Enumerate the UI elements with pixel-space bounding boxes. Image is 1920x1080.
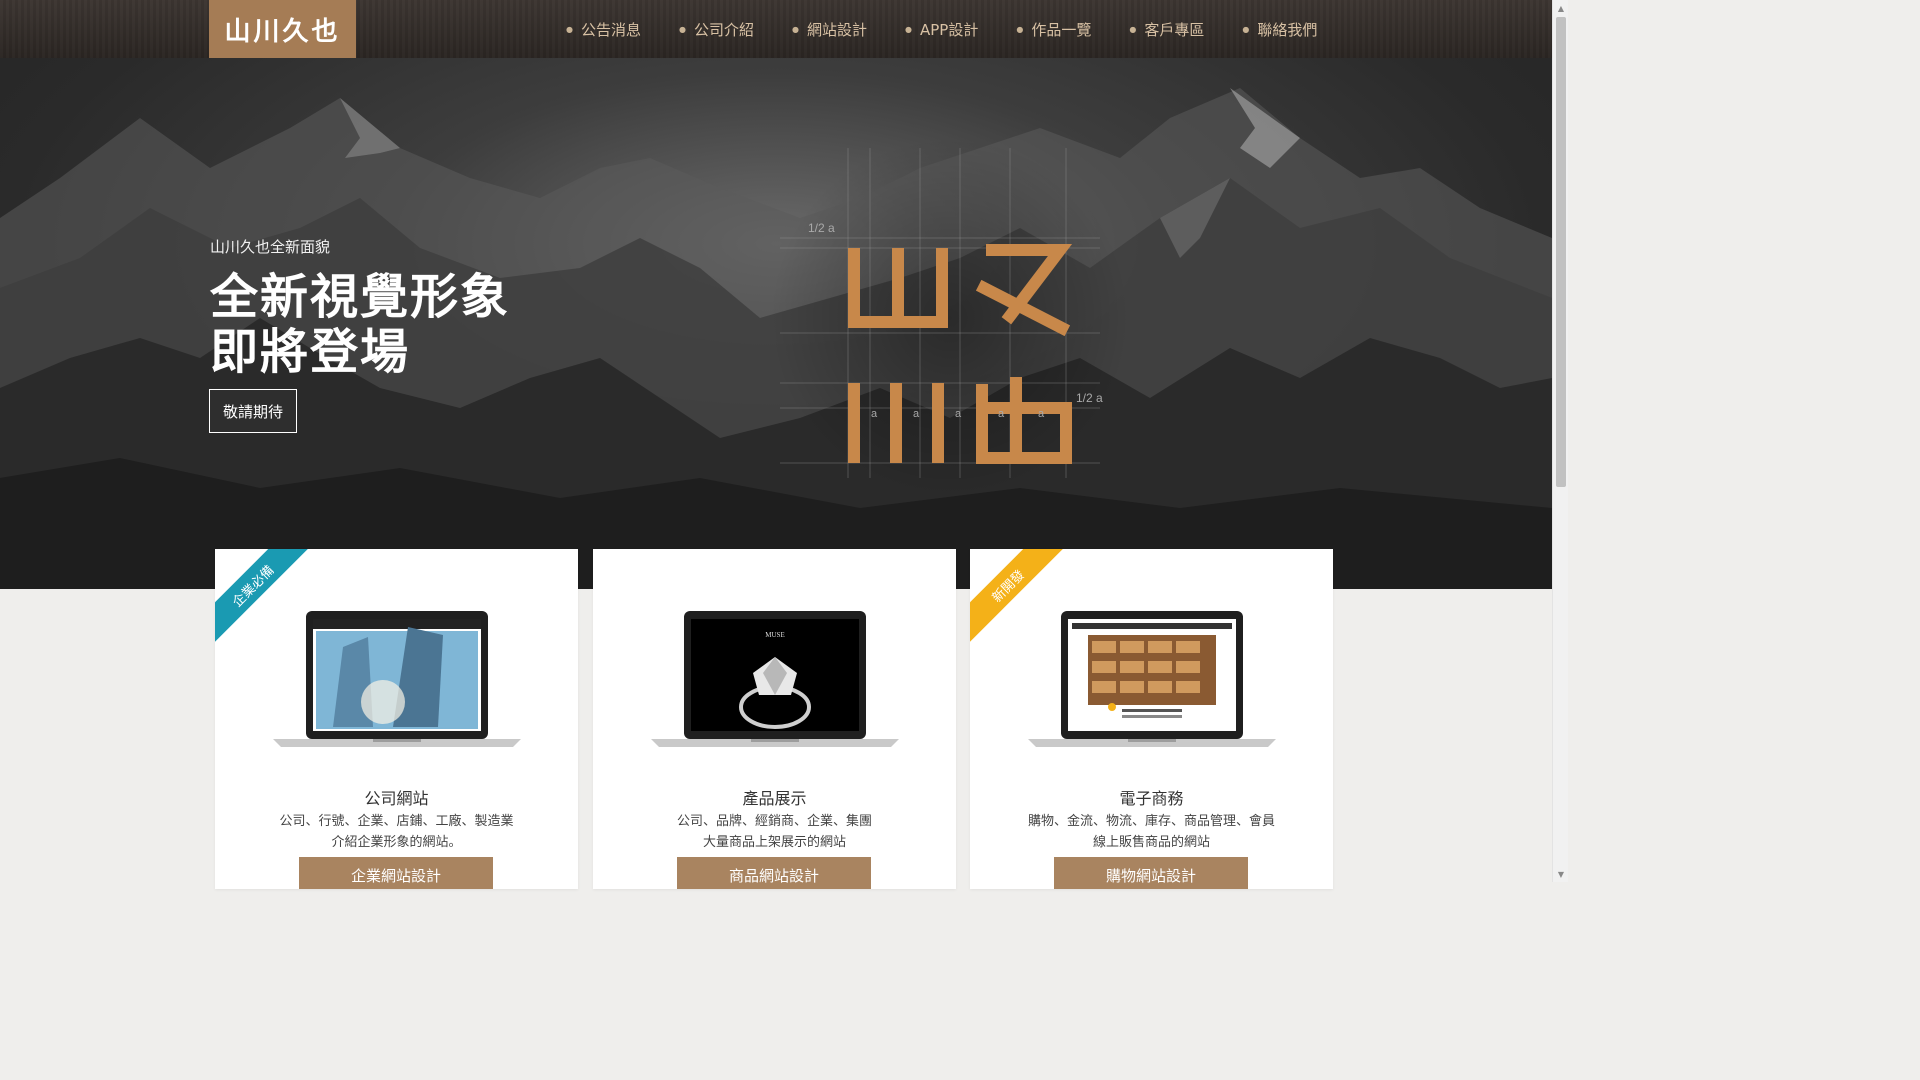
nav-label: APP設計 bbox=[919, 20, 979, 39]
nav-item-portfolio[interactable]: ● 作品一覽 bbox=[1016, 19, 1091, 40]
card-desc-line: 公司、品牌、經銷商、企業、集團 bbox=[676, 814, 872, 829]
hero-banner: 山川久也全新面貌 全新視覺形象 即將登場 敬請期待 1/2 a 1/2 a a … bbox=[0, 58, 1552, 589]
measure-a-1: a bbox=[871, 408, 878, 420]
bullet-icon: ● bbox=[1242, 24, 1250, 34]
ecommerce-site-design-button[interactable]: 購物網站設計 bbox=[1054, 857, 1248, 889]
logo-text: 山川久也 bbox=[224, 16, 341, 47]
bullet-icon: ● bbox=[1016, 24, 1024, 34]
nav-label: 作品一覽 bbox=[1031, 20, 1092, 39]
laptop-image: MUSE bbox=[651, 611, 899, 747]
measure-right: 1/2 a bbox=[1076, 391, 1103, 405]
screen-brand: MUSE bbox=[765, 631, 784, 639]
nav-item-web-design[interactable]: ● 網站設計 bbox=[792, 19, 867, 40]
card-desc-line: 公司、行號、企業、店鋪、工廠、製造業 bbox=[279, 814, 514, 829]
service-card-product: MUSE 產品展示 公司、品牌、經銷商、企業、集團 大量商品上架展示的網站 商品… bbox=[593, 549, 956, 889]
scroll-down-arrow-icon[interactable]: ▼ bbox=[1553, 866, 1569, 882]
nav-item-news[interactable]: ● 公告消息 bbox=[566, 19, 641, 40]
nav-item-clients[interactable]: ● 客戶專區 bbox=[1129, 19, 1204, 40]
card-desc-line: 購物、金流、物流、庫存、商品管理、會員 bbox=[1027, 814, 1275, 829]
card-desc-line: 大量商品上架展示的網站 bbox=[702, 835, 846, 850]
scroll-up-arrow-icon[interactable]: ▲ bbox=[1553, 0, 1569, 16]
main-nav: ● 公告消息 ● 公司介紹 ● 網站設計 ● APP設計 ● 作品一覽 ● 客戶專區 ● 聯絡… bbox=[566, 0, 1355, 58]
nav-item-app-design[interactable]: ● APP設計 bbox=[905, 19, 978, 40]
bullet-icon: ● bbox=[566, 24, 573, 34]
service-card-ecommerce: 新開發 電子商務 購物、金流、物流、庫存、商品管理、會員 線上販售商品的網站 購… bbox=[970, 549, 1333, 889]
card-desc-line: 介紹企業形象的網站。 bbox=[331, 835, 462, 850]
card-title: 公司網站 bbox=[364, 789, 429, 808]
nav-label: 公告消息 bbox=[580, 20, 641, 39]
nav-item-about[interactable]: ● 公司介紹 bbox=[679, 19, 754, 40]
measure-a-4: a bbox=[998, 408, 1005, 420]
measure-a-3: a bbox=[955, 408, 962, 420]
coming-soon-button[interactable]: 敬請期待 bbox=[209, 389, 297, 433]
card-title: 產品展示 bbox=[742, 789, 807, 808]
card-description: 公司、行號、企業、店鋪、工廠、製造業 介紹企業形象的網站。 bbox=[215, 811, 578, 853]
brand-logo-artwork: 1/2 a 1/2 a a a a a a bbox=[770, 138, 1130, 498]
service-card-company: 企業必備 公司網站 公司、行號、企業、店鋪、工廠、製造業 介紹企業形象的網站。 … bbox=[215, 549, 578, 889]
company-site-design-button[interactable]: 企業網站設計 bbox=[299, 857, 493, 889]
site-header: 山川久也 ● 公告消息 ● 公司介紹 ● 網站設計 ● APP設計 ● 作品一覽 ● 客戶專… bbox=[0, 0, 1552, 58]
bullet-icon: ● bbox=[679, 24, 686, 34]
nav-label: 網站設計 bbox=[806, 20, 867, 39]
hero-title-line2: 即將登場 bbox=[210, 324, 411, 380]
hero-title: 全新視覺形象 即將登場 bbox=[210, 270, 510, 380]
site-logo[interactable]: 山川久也 bbox=[209, 0, 356, 58]
measure-a-5: a bbox=[1038, 408, 1045, 420]
measure-top: 1/2 a bbox=[808, 221, 835, 235]
hero-title-line1: 全新視覺形象 bbox=[210, 269, 511, 325]
nav-label: 客戶專區 bbox=[1144, 20, 1205, 39]
measure-a-2: a bbox=[913, 408, 920, 420]
card-title: 電子商務 bbox=[1119, 789, 1184, 808]
scroll-thumb[interactable] bbox=[1556, 17, 1566, 487]
nav-label: 聯絡我們 bbox=[1257, 20, 1318, 39]
vertical-scrollbar[interactable]: ▲ ▼ bbox=[1552, 0, 1568, 882]
card-description: 購物、金流、物流、庫存、商品管理、會員 線上販售商品的網站 bbox=[970, 811, 1333, 853]
nav-item-contact[interactable]: ● 聯絡我們 bbox=[1242, 19, 1317, 40]
laptop-image bbox=[273, 611, 521, 747]
bullet-icon: ● bbox=[1129, 24, 1137, 34]
bullet-icon: ● bbox=[792, 24, 799, 34]
laptop-image bbox=[1028, 611, 1276, 747]
nav-label: 公司介紹 bbox=[693, 20, 754, 39]
card-description: 公司、品牌、經銷商、企業、集團 大量商品上架展示的網站 bbox=[593, 811, 956, 853]
bullet-icon: ● bbox=[905, 24, 912, 34]
hero-subtitle: 山川久也全新面貌 bbox=[210, 238, 331, 256]
product-site-design-button[interactable]: 商品網站設計 bbox=[677, 857, 871, 889]
card-desc-line: 線上販售商品的網站 bbox=[1092, 835, 1210, 850]
